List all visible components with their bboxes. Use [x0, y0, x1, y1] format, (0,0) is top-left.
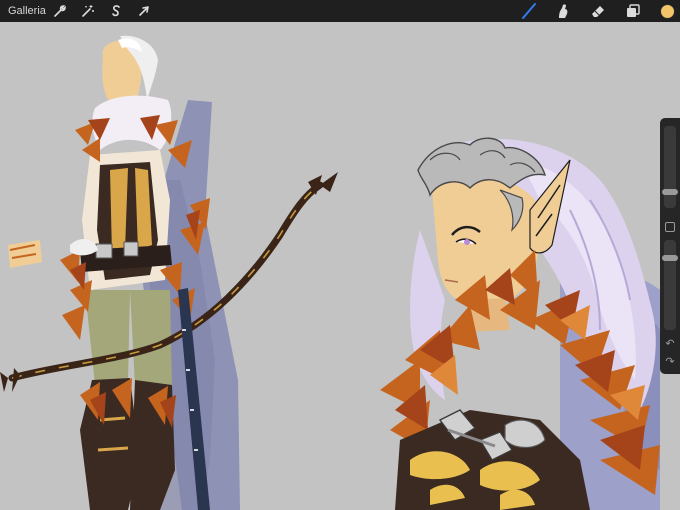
smudge-finger-icon[interactable] — [553, 1, 573, 21]
magic-wand-icon[interactable] — [78, 1, 98, 21]
opacity-thumb[interactable] — [662, 255, 678, 261]
layers-icon[interactable] — [623, 1, 643, 21]
selection-s-icon[interactable] — [106, 1, 126, 21]
opacity-slider[interactable] — [662, 240, 678, 330]
arrow-cursor-icon[interactable] — [134, 1, 154, 21]
brush-size-thumb[interactable] — [662, 188, 678, 195]
artwork — [0, 35, 660, 510]
undo-arrow-icon[interactable]: ↶ — [663, 338, 677, 350]
side-toolbar: ↶ ↷ — [660, 118, 680, 374]
brush-size-slider[interactable] — [662, 126, 678, 208]
wrench-icon[interactable] — [50, 1, 70, 21]
brush-icon[interactable] — [519, 1, 539, 21]
top-toolbar: Galleria — [0, 0, 680, 22]
left-leg — [85, 290, 130, 385]
color-picker-button[interactable] — [660, 4, 675, 19]
eraser-icon[interactable] — [588, 1, 608, 21]
modify-button[interactable] — [665, 222, 675, 232]
redo-arrow-icon[interactable]: ↷ — [663, 356, 677, 368]
gallery-button[interactable]: Galleria — [8, 0, 46, 22]
drawing-canvas[interactable] — [0, 22, 660, 510]
